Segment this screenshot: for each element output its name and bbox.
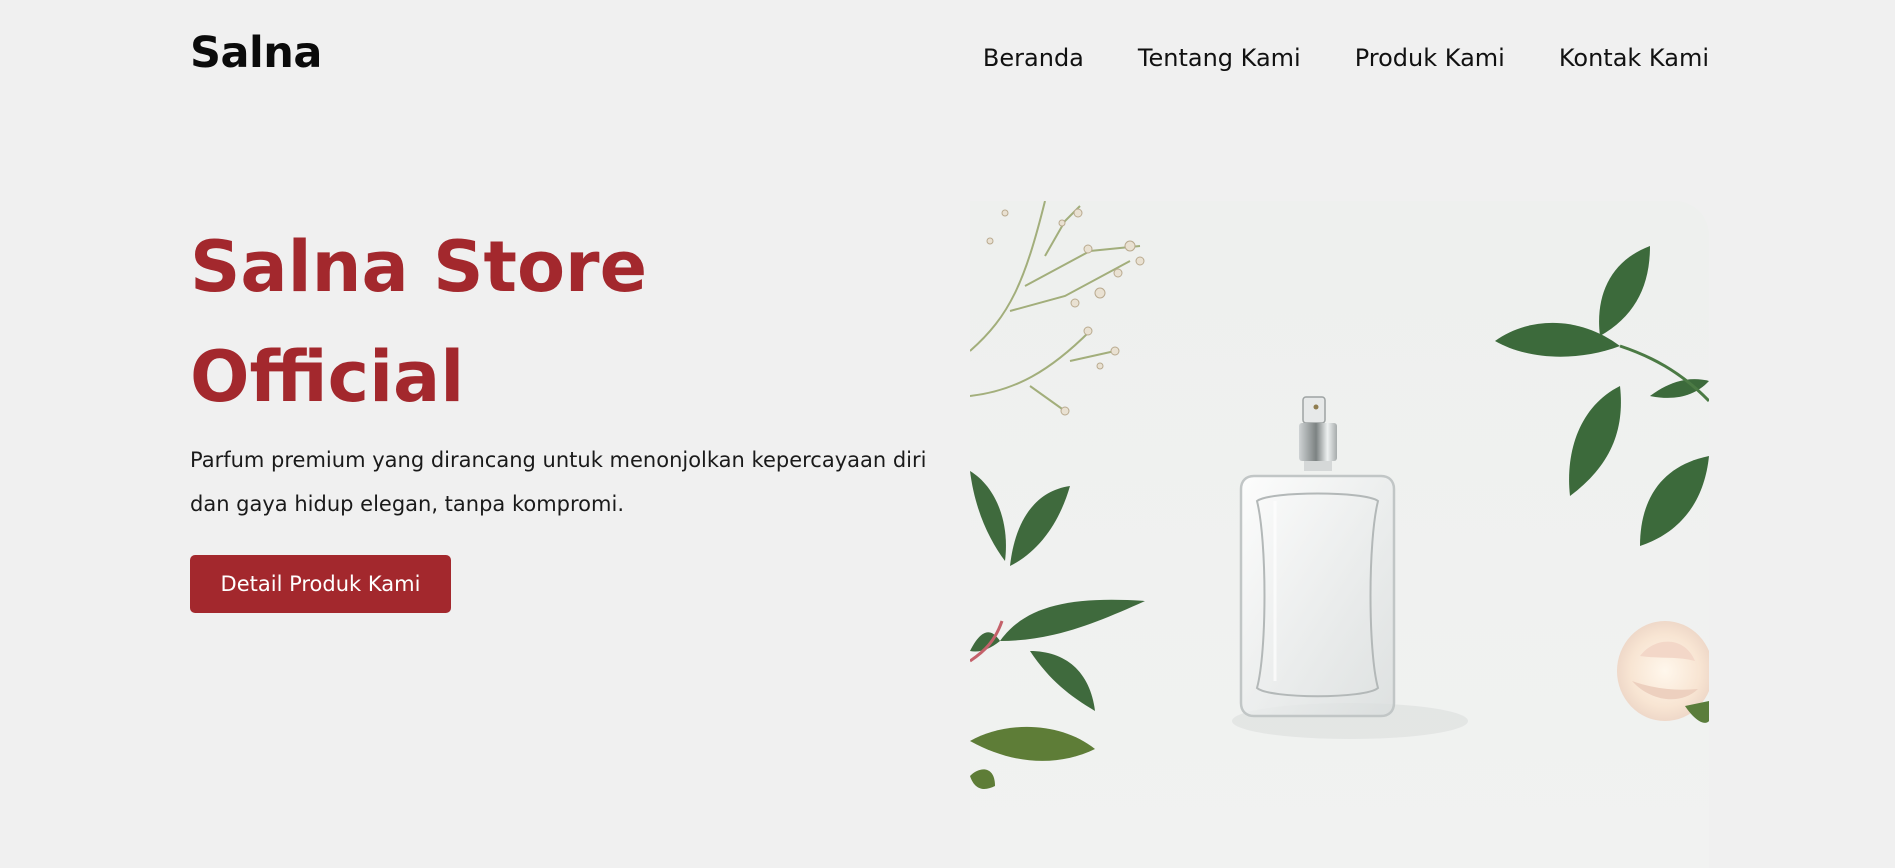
hero-title: Salna Store Official bbox=[190, 212, 647, 432]
detail-produk-button[interactable]: Detail Produk Kami bbox=[190, 555, 451, 613]
perfume-bottle-icon bbox=[970, 201, 1709, 789]
nav-kontak-kami[interactable]: Kontak Kami bbox=[1559, 44, 1709, 72]
main-nav: Beranda Tentang Kami Produk Kami Kontak … bbox=[983, 44, 1709, 72]
nav-beranda[interactable]: Beranda bbox=[983, 44, 1084, 72]
hero-title-line-2: Official bbox=[190, 336, 465, 418]
hero-description: Parfum premium yang dirancang untuk meno… bbox=[190, 448, 927, 516]
hero-title-line-1: Salna Store bbox=[190, 226, 648, 308]
nav-produk-kami[interactable]: Produk Kami bbox=[1355, 44, 1505, 72]
brand-logo[interactable]: Salna bbox=[190, 28, 322, 78]
nav-tentang-kami[interactable]: Tentang Kami bbox=[1138, 44, 1301, 72]
hero-image bbox=[970, 201, 1709, 868]
